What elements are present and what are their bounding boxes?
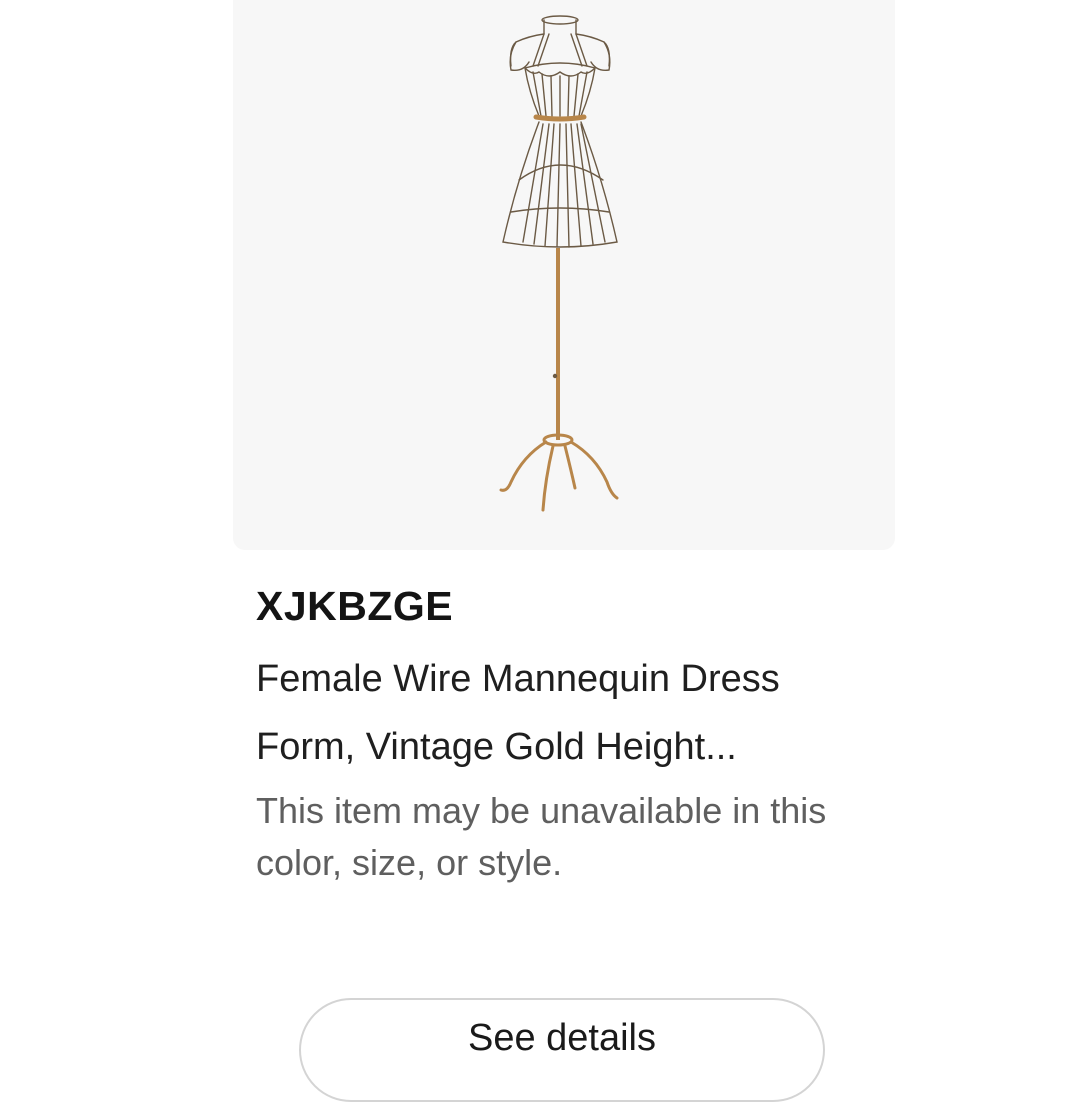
mannequin-image-icon [499,15,619,512]
product-image[interactable] [233,0,895,550]
availability-note: This item may be unavailable in this col… [256,790,827,883]
product-title[interactable]: Female Wire Mannequin Dress Form, Vintag… [256,645,876,781]
see-details-button[interactable]: See details [299,998,825,1102]
product-brand: XJKBZGE [256,583,454,629]
product-card: XJKBZGE Female Wire Mannequin Dress Form… [233,0,895,1102]
